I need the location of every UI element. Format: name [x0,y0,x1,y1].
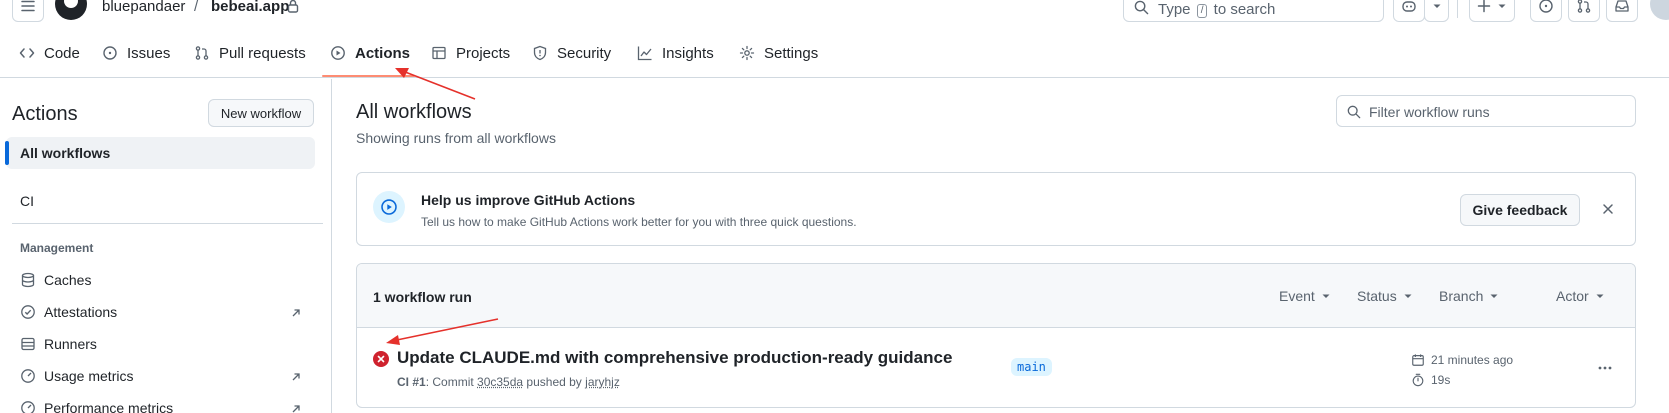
github-logo-icon[interactable] [55,0,87,20]
copilot-icon [1402,1,1416,12]
sidebar-item-usage-metrics[interactable]: Usage metrics [20,368,133,384]
triangle-down-icon [1490,294,1498,298]
filter-actor[interactable]: Actor [1556,288,1605,304]
tab-pull-requests[interactable]: Pull requests [194,38,306,68]
sidebar-divider [12,223,323,224]
filter-branch[interactable]: Branch [1439,288,1499,304]
play-icon [373,191,405,223]
search-icon [1134,0,1149,15]
external-link-icon [292,309,300,317]
sidebar-item-all-workflows[interactable]: All workflows [5,137,315,169]
inbox-icon [1615,0,1629,12]
menu-button[interactable] [12,0,44,22]
sidebar-divider-vertical [331,79,332,413]
banner-text: Tell us how to make GitHub Actions work … [421,215,857,229]
new-workflow-button[interactable]: New workflow [208,99,314,127]
management-heading: Management [20,241,94,255]
issue-opened-icon [1539,0,1553,13]
filter-event[interactable]: Event [1279,288,1331,304]
tab-insights[interactable]: Insights [637,38,714,68]
triangle-down-icon [1322,294,1330,298]
page-subtitle: Showing runs from all workflows [356,130,556,146]
workflow-runs-list: 1 workflow run Event Status Branch Actor… [356,263,1636,408]
active-tab-underline [322,75,415,77]
pull-request-icon [195,46,209,60]
feedback-banner: Help us improve GitHub Actions Tell us h… [356,172,1636,246]
play-icon [331,46,345,60]
filter-placeholder: Filter workflow runs [1369,104,1490,120]
run-title-link[interactable]: Update CLAUDE.md with comprehensive prod… [397,348,952,368]
failure-icon [373,351,389,367]
pull-request-icon [1577,0,1591,13]
sidebar-item-runners[interactable]: Runners [20,336,97,352]
gear-icon [739,45,755,61]
lock-icon [287,0,299,13]
copilot-button[interactable] [1393,0,1425,22]
calendar-icon [1412,354,1424,366]
run-meta: CI #1: Commit 30c35da pushed by jaryhjz [397,375,620,389]
branch-label[interactable]: main [1011,358,1052,376]
tab-security[interactable]: Security [532,38,611,68]
owner-link[interactable]: bluepandaer [102,0,185,16]
triangle-down-icon [1596,294,1604,298]
sidebar-item-performance-metrics[interactable]: Performance metrics [20,400,173,413]
hamburger-icon [21,0,35,12]
filter-workflow-runs-input[interactable]: Filter workflow runs [1336,95,1636,127]
verified-icon [21,305,35,319]
repo-link[interactable]: bebeai.app [211,0,289,16]
search-placeholder: Type / to search [1158,1,1276,18]
code-icon [19,48,35,58]
header-divider [1457,0,1458,18]
pull-requests-button[interactable] [1568,0,1600,22]
filter-status[interactable]: Status [1357,288,1413,304]
workflow-run-number: CI #1 [397,375,426,389]
issue-icon [103,46,117,60]
triangle-down-icon [1433,4,1440,8]
copilot-menu-button[interactable] [1424,0,1449,22]
create-new-button[interactable] [1469,0,1515,22]
global-header: bluepandaer / bebeai.app Type / to searc… [0,0,1669,24]
sidebar-item-caches[interactable]: Caches [20,272,91,288]
runs-count: 1 workflow run [373,289,472,305]
stopwatch-icon [1412,373,1424,387]
banner-title: Help us improve GitHub Actions [421,192,636,208]
search-input[interactable]: Type / to search [1123,0,1384,22]
triangle-down-icon [1404,294,1412,298]
runs-header: 1 workflow run Event Status Branch Actor [357,264,1635,328]
graph-icon [637,46,652,61]
run-timestamp: 21 minutes ago [1411,353,1513,367]
inbox-button[interactable] [1606,0,1638,22]
close-icon[interactable] [1602,203,1614,215]
repo-nav: Code Issues Pull requests Actions Projec… [0,38,1669,78]
sidebar-title: Actions [12,103,78,125]
table-icon [432,46,446,60]
meter-icon [21,401,35,413]
tab-code[interactable]: Code [19,38,80,68]
sidebar-item-attestations[interactable]: Attestations [20,304,117,320]
triangle-down-icon [1498,4,1506,8]
kebab-horizontal-icon[interactable] [1597,360,1613,376]
page-title: All workflows [356,101,472,123]
tab-actions[interactable]: Actions [330,38,410,68]
server-icon [21,337,35,351]
external-link-icon [292,373,300,381]
tab-settings[interactable]: Settings [739,38,818,68]
plus-icon [1477,0,1491,13]
avatar[interactable] [1650,0,1669,20]
search-icon [1347,105,1361,119]
database-icon [21,272,35,288]
breadcrumb-separator: / [194,0,199,15]
sidebar-item-ci[interactable]: CI [20,193,34,209]
external-link-icon [292,405,300,413]
meter-icon [21,369,35,383]
tab-projects[interactable]: Projects [431,38,510,68]
actor-link[interactable]: jaryhjz [585,375,620,389]
give-feedback-button[interactable]: Give feedback [1460,194,1580,226]
shield-icon [533,45,547,61]
tab-issues[interactable]: Issues [102,38,170,68]
issues-button[interactable] [1530,0,1562,22]
run-duration: 19s [1411,373,1450,387]
commit-link[interactable]: 30c35da [477,375,523,389]
